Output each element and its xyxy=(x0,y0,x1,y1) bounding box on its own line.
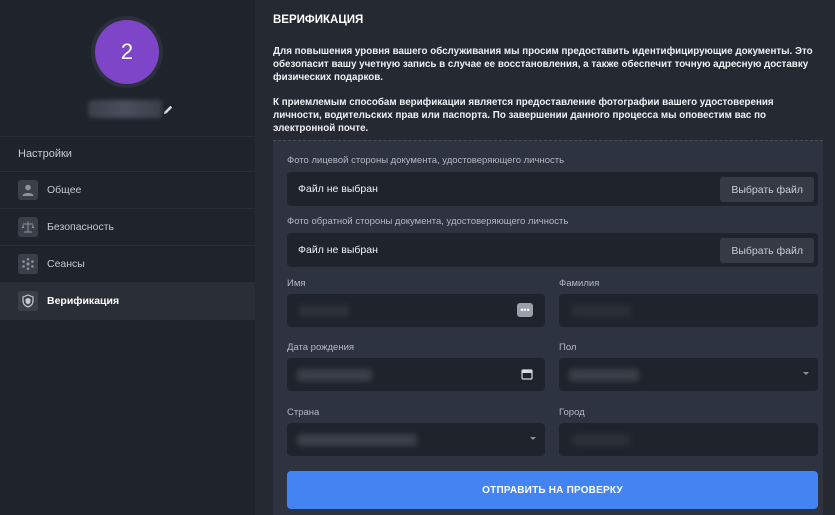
scales-icon xyxy=(18,217,38,237)
username-blurred xyxy=(88,100,162,118)
verification-form: Фото лицевой стороны документа, удостове… xyxy=(273,140,823,515)
main-content: ВЕРИФИКАЦИЯ Для повышения уровня вашего … xyxy=(255,0,835,515)
file-status: Файл не выбран xyxy=(298,183,378,195)
city-input[interactable] xyxy=(559,423,818,456)
birth-date-label: Дата рождения xyxy=(287,342,355,353)
autofill-icon[interactable]: ••• xyxy=(517,303,533,317)
sidebar-item-label: Верификация xyxy=(47,295,120,307)
avatar-number: 2 xyxy=(120,39,134,64)
chevron-down-icon xyxy=(530,437,536,440)
last-name-label: Фамилия xyxy=(559,278,600,289)
sidebar-item-label: Общее xyxy=(47,184,82,196)
back-photo-label: Фото обратной стороны документа, удостов… xyxy=(287,216,569,227)
file-status: Файл не выбран xyxy=(298,244,378,256)
blurred-value xyxy=(571,434,631,446)
country-select[interactable] xyxy=(287,423,545,456)
choose-file-button[interactable]: Выбрать файл xyxy=(720,238,814,263)
front-photo-file-input[interactable]: Файл не выбран Выбрать файл xyxy=(287,172,818,206)
blurred-value xyxy=(571,305,631,317)
intro-paragraph: К приемлемым способам верификации являет… xyxy=(273,97,774,134)
settings-title: Настройки xyxy=(18,148,72,160)
chevron-down-icon xyxy=(803,372,809,375)
sidebar-item-verification[interactable]: Верификация xyxy=(0,283,255,320)
sidebar-item-sessions[interactable]: Сеансы xyxy=(0,246,255,283)
sidebar-item-security[interactable]: Безопасность xyxy=(0,209,255,246)
gender-select[interactable] xyxy=(559,358,818,391)
sidebar-divider xyxy=(0,136,255,137)
avatar[interactable]: 2 xyxy=(95,20,159,84)
city-label: Город xyxy=(559,407,585,418)
page-title: ВЕРИФИКАЦИЯ xyxy=(273,14,364,26)
back-photo-file-input[interactable]: Файл не выбран Выбрать файл xyxy=(287,233,818,267)
blurred-value xyxy=(297,369,372,381)
calendar-icon[interactable] xyxy=(521,368,533,380)
choose-file-button[interactable]: Выбрать файл xyxy=(720,177,814,202)
intro-paragraph: Для повышения уровня вашего обслуживания… xyxy=(273,46,813,83)
gender-label: Пол xyxy=(559,342,577,353)
blurred-value xyxy=(297,434,417,446)
blurred-value xyxy=(299,305,349,317)
shield-icon xyxy=(18,291,38,311)
avatar-ring: 2 xyxy=(91,16,163,88)
first-name-input[interactable]: ••• xyxy=(287,294,545,327)
first-name-label: Имя xyxy=(287,278,306,289)
sidebar-item-label: Безопасность xyxy=(47,221,114,233)
blurred-value xyxy=(569,369,639,381)
birth-date-input[interactable] xyxy=(287,358,545,391)
country-label: Страна xyxy=(287,407,320,418)
sidebar: 2 Настройки Общее Безопасность Сеансы Ве… xyxy=(0,0,255,515)
sidebar-item-general[interactable]: Общее xyxy=(0,172,255,209)
submit-verification-button[interactable]: ОТПРАВИТЬ НА ПРОВЕРКУ xyxy=(287,471,818,509)
pencil-icon[interactable] xyxy=(162,104,174,116)
sessions-icon xyxy=(18,254,38,274)
sidebar-item-label: Сеансы xyxy=(47,258,85,270)
last-name-input[interactable] xyxy=(559,294,818,327)
user-icon xyxy=(18,180,38,200)
front-photo-label: Фото лицевой стороны документа, удостове… xyxy=(287,155,565,166)
